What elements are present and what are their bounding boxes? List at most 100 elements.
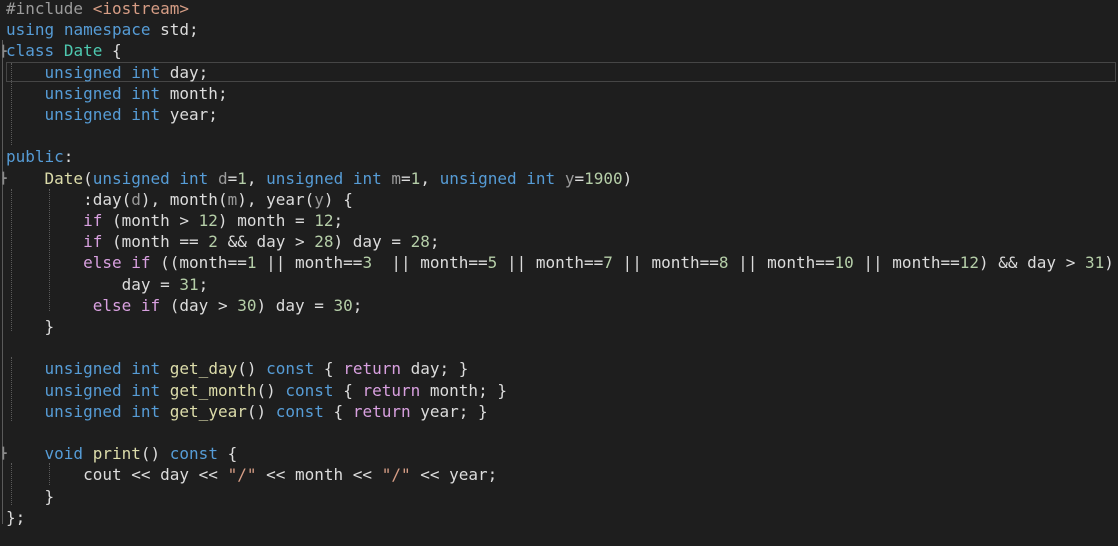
code-token: #include: [6, 0, 93, 18]
code-line[interactable]: else if (day > 30) day = 30;: [6, 295, 363, 316]
code-token: return: [343, 359, 401, 379]
code-line[interactable]: using namespace std;: [6, 19, 199, 40]
code-line[interactable]: void print() const {: [6, 443, 238, 464]
code-token: m: [227, 189, 238, 209]
code-token: void: [44, 444, 84, 464]
code-token: unsigned: [44, 380, 122, 400]
code-token: "/": [381, 465, 411, 485]
code-token: if: [83, 211, 103, 230]
code-token: int: [131, 62, 161, 82]
code-token: const: [275, 401, 324, 421]
code-token: day;: [160, 62, 209, 82]
code-token: unsigned: [439, 168, 517, 188]
code-token: || month==: [256, 253, 363, 273]
code-line[interactable]: day = 31;: [6, 274, 209, 295]
code-token: 10: [834, 253, 854, 273]
code-token: month;: [160, 83, 228, 103]
code-token: std;: [150, 20, 199, 40]
code-token: 12: [198, 211, 218, 230]
code-token: ) {: [323, 189, 353, 209]
code-token: int: [352, 168, 382, 188]
code-token: <iostream>: [92, 0, 190, 18]
code-editor[interactable]: ┣ ┣ ┣ #include <iostream> using namespace…: [0, 0, 1118, 546]
code-line[interactable]: unsigned int year;: [6, 104, 218, 125]
code-token: }: [6, 317, 55, 336]
code-line[interactable]: public:: [6, 146, 73, 167]
code-token: d: [131, 189, 141, 209]
code-line[interactable]: }: [6, 486, 55, 507]
code-token: unsigned: [44, 83, 122, 103]
code-token: ((month==: [150, 253, 247, 273]
code-token: int: [179, 168, 209, 188]
code-token: ;: [429, 232, 440, 252]
code-token: 7: [603, 253, 613, 273]
code-line[interactable]: };: [6, 507, 25, 528]
code-token: m: [391, 168, 402, 188]
code-token: =: [574, 168, 585, 188]
code-token: || month==: [728, 253, 835, 273]
code-token: (): [246, 401, 276, 421]
code-token: const: [266, 359, 315, 379]
code-token: || month==: [853, 253, 960, 273]
code-token: 1900: [584, 168, 623, 188]
code-line[interactable]: class Date {: [6, 40, 122, 61]
code-token: 12: [314, 211, 334, 230]
code-token: return: [362, 380, 421, 400]
code-token: return: [352, 401, 411, 421]
code-line[interactable]: unsigned int get_year() const { return y…: [6, 401, 488, 422]
code-token: << year;: [410, 465, 498, 485]
code-line[interactable]: unsigned int get_month() const { return …: [6, 380, 507, 401]
code-token: 31: [1084, 253, 1105, 273]
code-token: unsigned: [44, 401, 122, 421]
code-line[interactable]: :day(d), month(m), year(y) {: [6, 189, 353, 210]
code-line[interactable]: else if ((month==1 || month==3 || month=…: [6, 252, 1114, 273]
code-token: cout << day <<: [6, 465, 228, 485]
code-line[interactable]: if (month > 12) month = 12;: [6, 210, 343, 231]
code-token: (): [140, 444, 170, 464]
code-line[interactable]: Date(unsigned int d=1, unsigned int m=1,…: [6, 168, 633, 189]
code-line[interactable]: #include <iostream>: [6, 0, 189, 19]
code-token: else: [83, 253, 122, 273]
code-token: ), year(: [237, 189, 315, 209]
code-token: ): [1104, 253, 1114, 273]
code-token: if: [83, 232, 103, 252]
code-token: =: [401, 168, 411, 188]
code-line[interactable]: unsigned int get_day() const { return da…: [6, 358, 469, 379]
code-token: const: [169, 444, 218, 464]
code-line[interactable]: }: [6, 316, 55, 337]
code-line[interactable]: if (month == 2 && day > 28) day = 28;: [6, 231, 440, 252]
code-line[interactable]: cout << day << "/" << month << "/" << ye…: [6, 464, 497, 485]
code-line[interactable]: unsigned int month;: [6, 83, 228, 104]
code-token: 30: [333, 295, 353, 315]
code-token: get_year: [169, 401, 247, 421]
code-token: ), month(: [140, 189, 228, 209]
code-token: if: [131, 253, 151, 273]
code-token: else: [92, 295, 132, 315]
code-line[interactable]: unsigned int day;: [6, 62, 209, 83]
code-token: unsigned: [266, 168, 344, 188]
code-token: ,: [420, 168, 440, 188]
code-token: 12: [959, 253, 979, 273]
code-token: ) && day >: [979, 253, 1085, 273]
code-token: int: [131, 105, 161, 124]
code-token: {: [323, 401, 353, 421]
code-token: || month==: [372, 253, 488, 273]
code-token: (): [256, 380, 286, 400]
code-token: << month <<: [256, 465, 382, 485]
